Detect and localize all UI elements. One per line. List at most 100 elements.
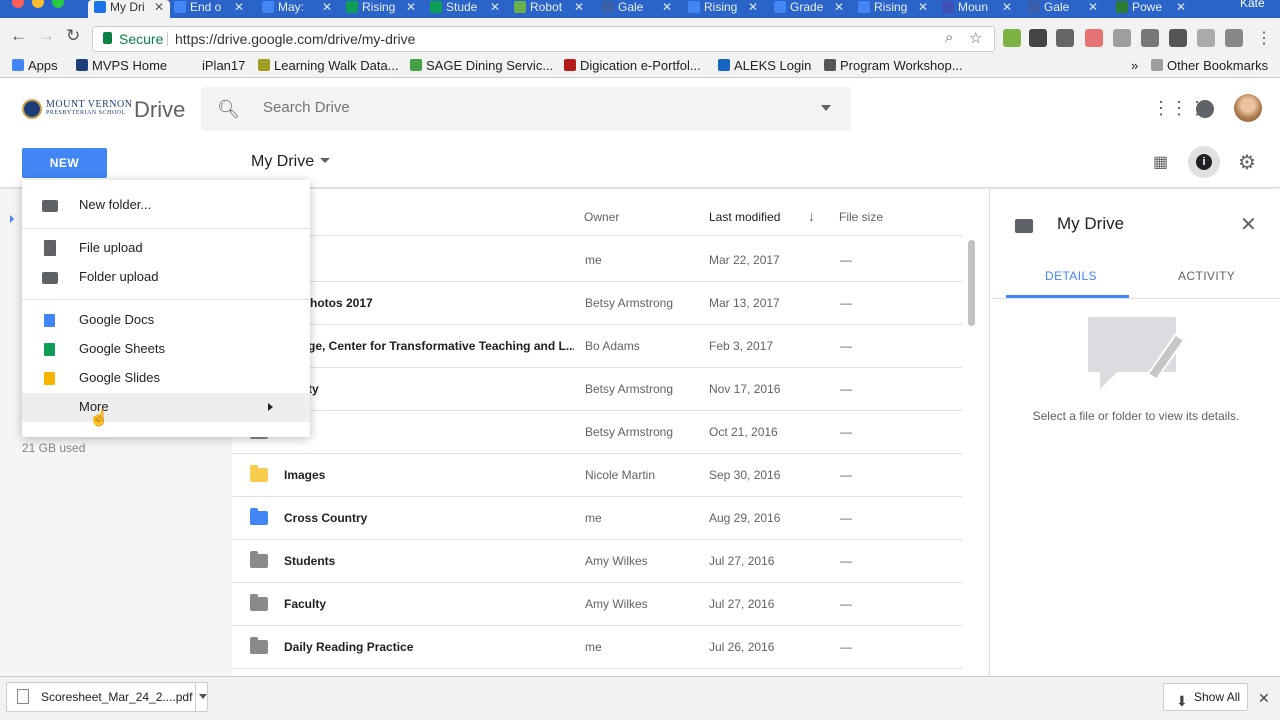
browser-tab[interactable]: Gale ✕	[596, 0, 678, 18]
cast-icon[interactable]	[1141, 29, 1159, 47]
bookmark-item[interactable]: Digication e-Portfol...	[564, 58, 701, 73]
table-row[interactable]: on Photos 2017 Betsy Armstrong Mar 13, 201…	[232, 282, 962, 325]
reload-icon[interactable]: ↻	[66, 26, 80, 46]
download-options-button[interactable]	[195, 683, 209, 711]
school-logo-text[interactable]: MOUNT VERNON PRESBYTERIAN SCHOOL	[46, 100, 132, 117]
extension-icon[interactable]	[1056, 29, 1074, 47]
profile-name[interactable]: Kate	[1240, 0, 1265, 10]
last-modified-column-header[interactable]: Last modified	[709, 210, 780, 224]
browser-tab[interactable]: Grade ✕	[768, 0, 850, 18]
close-window-button[interactable]	[12, 0, 24, 8]
new-button[interactable]: NEW	[22, 148, 107, 178]
browser-tab[interactable]: Powe ✕	[1110, 0, 1192, 18]
owner-column-header[interactable]: Owner	[584, 210, 619, 224]
browser-tab[interactable]: May: ✕	[256, 0, 338, 18]
download-item[interactable]: Scoresheet_Mar_24_2....pdf	[6, 682, 208, 712]
extension-icon[interactable]	[1169, 29, 1187, 47]
table-row[interactable]: 2016 Betsy Armstrong Oct 21, 2016 —	[232, 411, 962, 454]
zoom-search-icon[interactable]: ⌕	[945, 29, 953, 46]
close-download-bar-icon[interactable]: ✕	[1258, 690, 1270, 707]
close-icon[interactable]: ✕	[1240, 212, 1257, 237]
table-row[interactable]: Images Nicole Martin Sep 30, 2016 —	[232, 454, 962, 497]
tab-close-icon[interactable]: ✕	[234, 0, 244, 14]
table-row[interactable]: Daily Reading Practice me Jul 26, 2016 —	[232, 626, 962, 669]
tab-close-icon[interactable]: ✕	[834, 0, 844, 14]
menu-item-more[interactable]: More	[22, 393, 310, 422]
cloud-extension-icon[interactable]	[1113, 29, 1131, 47]
browser-tab[interactable]: Robot ✕	[508, 0, 590, 18]
settings-gear-icon[interactable]: ⚙	[1238, 150, 1256, 175]
browser-tab[interactable]: Rising ✕	[852, 0, 934, 18]
app-name[interactable]: Drive	[134, 97, 185, 123]
info-toggle-button[interactable]: i	[1188, 146, 1220, 178]
extension-icon[interactable]	[1225, 29, 1243, 47]
menu-item-google-slides[interactable]: Google Slides	[22, 364, 310, 393]
tab-close-icon[interactable]: ✕	[574, 0, 584, 14]
bookmark-item[interactable]: SAGE Dining Servic...	[410, 58, 553, 73]
forward-icon[interactable]: →	[38, 26, 55, 46]
browser-tab[interactable]: Stude ✕	[424, 0, 506, 18]
browser-tab[interactable]: Moun ✕	[936, 0, 1018, 18]
extension-icon[interactable]	[1197, 29, 1215, 47]
minimize-window-button[interactable]	[32, 0, 44, 8]
bookmark-item[interactable]: Learning Walk Data...	[258, 58, 399, 73]
table-row[interactable]: Students Amy Wilkes Jul 27, 2016 —	[232, 540, 962, 583]
table-row[interactable]: Cross Country me Aug 29, 2016 —	[232, 497, 962, 540]
browser-tab[interactable]: Gale ✕	[1022, 0, 1104, 18]
bookmark-star-icon[interactable]: ☆	[969, 29, 982, 47]
table-row[interactable]: Bridge, Center for Transformative Teachi…	[232, 325, 962, 368]
search-bar[interactable]: 🔍︎	[201, 87, 851, 131]
browser-tab[interactable]: My Dri ✕	[88, 0, 170, 18]
browser-tab[interactable]: End o ✕	[168, 0, 250, 18]
file-size-column-header[interactable]: File size	[839, 210, 883, 224]
tab-close-icon[interactable]: ✕	[662, 0, 672, 14]
show-all-button[interactable]: ⬇ Show All	[1163, 683, 1248, 711]
extension-icon[interactable]	[1029, 29, 1047, 47]
tab-close-icon[interactable]: ✕	[406, 0, 416, 14]
tab-close-icon[interactable]: ✕	[322, 0, 332, 14]
notifications-icon[interactable]	[1196, 100, 1214, 118]
search-icon[interactable]: 🔍︎	[217, 99, 240, 120]
bookmark-item[interactable]: ALEKS Login	[718, 58, 811, 73]
bookmark-item[interactable]: Apps	[12, 58, 58, 73]
tab-close-icon[interactable]: ✕	[490, 0, 500, 14]
search-input[interactable]	[263, 99, 803, 116]
school-seal-logo[interactable]	[22, 99, 42, 119]
menu-item-folder-upload[interactable]: Folder upload	[22, 263, 310, 292]
browser-tab[interactable]: Rising ✕	[682, 0, 764, 18]
browser-menu-icon[interactable]: ⋮	[1256, 28, 1272, 48]
scrollbar[interactable]	[968, 240, 975, 326]
extension-icon[interactable]	[1085, 29, 1103, 47]
tab-close-icon[interactable]: ✕	[1176, 0, 1186, 14]
table-row[interactable]: aculty Betsy Armstrong Nov 17, 2016 —	[232, 368, 962, 411]
bookmark-item[interactable]: Program Workshop...	[824, 58, 963, 73]
calendar-extension-icon[interactable]	[1003, 29, 1021, 47]
url-text[interactable]: https://drive.google.com/drive/my-drive	[175, 31, 415, 47]
tab-close-icon[interactable]: ✕	[1002, 0, 1012, 14]
search-options-icon[interactable]	[821, 105, 831, 111]
sort-arrow-icon[interactable]: ↓	[808, 208, 815, 224]
menu-item-google-sheets[interactable]: Google Sheets	[22, 335, 310, 364]
menu-item-google-docs[interactable]: Google Docs	[22, 306, 310, 335]
tab-close-icon[interactable]: ✕	[918, 0, 928, 14]
expand-arrow-icon[interactable]	[10, 215, 14, 223]
menu-item-new-folder[interactable]: New folder...	[22, 191, 310, 220]
tab-close-icon[interactable]: ✕	[154, 0, 164, 14]
table-row[interactable]: Faculty Amy Wilkes Jul 27, 2016 —	[232, 583, 962, 626]
more-bookmarks-icon[interactable]: »	[1131, 58, 1138, 73]
tab-activity[interactable]: ACTIVITY	[1178, 269, 1235, 283]
table-row[interactable]: sme Mar 22, 2017 —	[232, 239, 962, 282]
browser-tab[interactable]: Rising ✕	[340, 0, 422, 18]
location-dropdown[interactable]: My Drive	[251, 153, 331, 171]
tab-close-icon[interactable]: ✕	[1088, 0, 1098, 14]
bookmark-item[interactable]: MVPS Home	[76, 58, 167, 73]
maximize-window-button[interactable]	[52, 0, 64, 8]
bookmark-item[interactable]: iPlan17	[186, 58, 245, 73]
tab-close-icon[interactable]: ✕	[748, 0, 758, 14]
other-bookmarks[interactable]: Other Bookmarks	[1151, 58, 1268, 73]
address-bar[interactable]: Secure https://drive.google.com/drive/my…	[92, 26, 995, 52]
avatar[interactable]	[1234, 94, 1262, 122]
menu-item-file-upload[interactable]: File upload	[22, 234, 310, 263]
grid-view-icon[interactable]: ▦	[1153, 152, 1168, 172]
back-icon[interactable]: ←	[10, 26, 27, 46]
